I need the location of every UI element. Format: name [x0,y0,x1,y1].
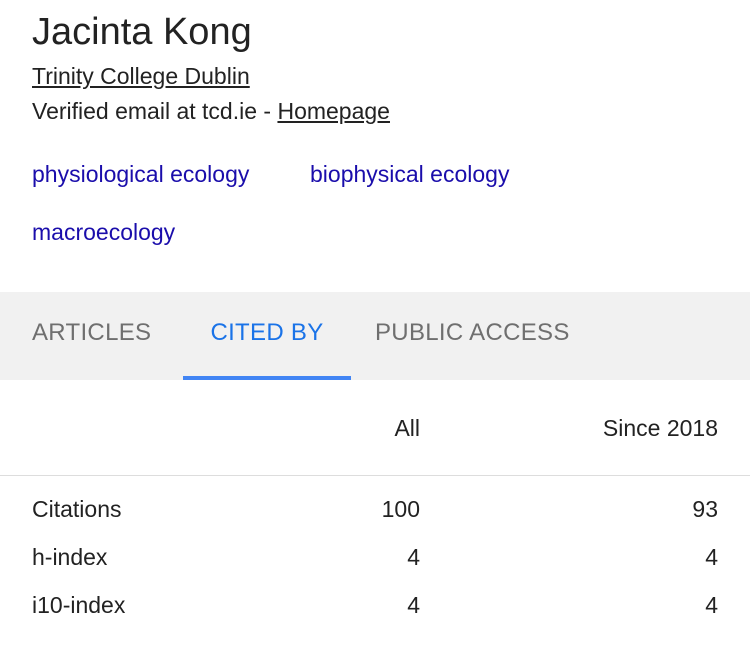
profile-name: Jacinta Kong [32,11,252,53]
interest-link-biophysical-ecology[interactable]: biophysical ecology [310,160,509,188]
active-tab-indicator [183,376,351,380]
table-row: h-index 4 4 [0,543,750,591]
h-index-since-value: 4 [705,544,718,570]
verified-email-text: Verified email at tcd.ie - [32,98,278,124]
citations-since-value: 93 [692,496,718,522]
homepage-link[interactable]: Homepage [277,98,390,124]
tab-bar: ARTICLES CITED BY PUBLIC ACCESS [0,292,750,380]
tab-public-access[interactable]: PUBLIC ACCESS [375,292,570,380]
table-row: Citations 100 93 [0,495,750,543]
tab-cited-by[interactable]: CITED BY [183,292,351,380]
tab-articles[interactable]: ARTICLES [32,292,151,380]
row-label-citations: Citations [32,496,122,522]
table-row: i10-index 4 4 [0,591,750,639]
scholar-profile-page: Jacinta Kong Trinity College Dublin Veri… [0,0,750,658]
i10-index-all-value: 4 [407,592,420,618]
email-line: Verified email at tcd.ie - Homepage [32,97,390,125]
column-header-all: All [394,415,420,441]
interest-link-macroecology[interactable]: macroecology [32,218,175,246]
row-label-i10-index: i10-index [32,592,126,618]
column-header-since-2018: Since 2018 [602,415,718,441]
i10-index-since-value: 4 [705,592,718,618]
interest-link-physiological-ecology[interactable]: physiological ecology [32,160,249,188]
h-index-all-value: 4 [407,544,420,570]
table-divider [0,475,750,476]
affiliation-link[interactable]: Trinity College Dublin [32,62,250,90]
citations-all-value: 100 [381,496,420,522]
row-label-h-index: h-index [32,544,108,570]
